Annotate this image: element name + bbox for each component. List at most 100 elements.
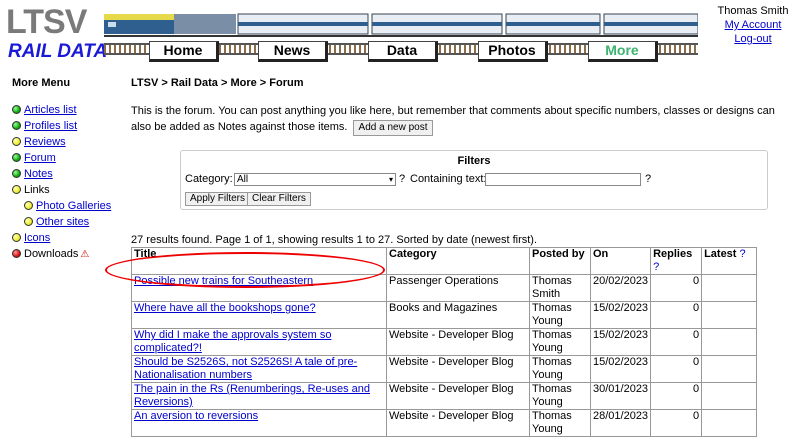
table-row: Why did I make the approvals system so c… — [131, 328, 758, 356]
post-latest — [701, 328, 758, 356]
user-panel: Thomas Smith My Account Log-out — [706, 4, 800, 46]
post-replies: 0 — [650, 301, 703, 329]
post-title-link[interactable]: Should be S2526S, not S2526S! A tale of … — [134, 356, 357, 381]
post-replies: 0 — [650, 409, 703, 437]
site-header: LTSV RAIL DATA Home News Data Photos Mor… — [0, 0, 800, 68]
sidebar-item-profiles[interactable]: Profiles list — [12, 118, 122, 134]
sidebar-title: More Menu — [12, 77, 71, 89]
column-header-replies: Replies ? — [650, 247, 703, 275]
nav-more[interactable]: More — [588, 41, 658, 62]
post-title-link[interactable]: An aversion to reversions — [134, 410, 258, 422]
results-summary: 27 results found. Page 1 of 1, showing r… — [131, 234, 538, 246]
sidebar-item-links: Links — [12, 182, 122, 198]
post-category: Books and Magazines — [386, 301, 530, 329]
containing-text-label: Containing text: — [410, 173, 487, 185]
intro-text: This is the forum. You can post anything… — [131, 105, 775, 133]
user-name: Thomas Smith — [717, 5, 789, 17]
sidebar-item-forum[interactable]: Forum — [12, 150, 122, 166]
post-title-link[interactable]: Where have all the bookshops gone? — [134, 302, 316, 314]
forum-intro: This is the forum. You can post anything… — [131, 103, 791, 136]
sidebar-item-articles[interactable]: Articles list — [12, 102, 122, 118]
sidebar-item-label[interactable]: Reviews — [24, 136, 66, 148]
post-category: Website - Developer Blog — [386, 382, 530, 410]
yellow-dot-icon — [12, 137, 21, 146]
sidebar-item-label[interactable]: Notes — [24, 168, 53, 180]
containing-text-input[interactable] — [485, 173, 641, 186]
table-row: The pain in the Rs (Renumberings, Re-use… — [131, 382, 758, 410]
post-latest — [701, 355, 758, 383]
site-subtitle: RAIL DATA — [8, 41, 108, 62]
table-row: An aversion to reversions Website - Deve… — [131, 409, 758, 437]
sidebar-item-label[interactable]: Other sites — [36, 216, 89, 228]
add-post-button[interactable]: Add a new post — [352, 120, 434, 136]
column-header-on: On — [589, 247, 652, 275]
sidebar-item-label[interactable]: Icons — [24, 232, 50, 244]
green-dot-icon — [12, 105, 21, 114]
sidebar-menu: Articles list Profiles list Reviews Foru… — [12, 102, 122, 262]
table-row: Should be S2526S, not S2526S! A tale of … — [131, 355, 758, 383]
column-header-category: Category — [386, 247, 530, 275]
post-category: Website - Developer Blog — [386, 355, 530, 383]
post-latest — [701, 274, 758, 302]
filters-title: Filters — [457, 155, 491, 167]
my-account-link[interactable]: My Account — [706, 18, 800, 32]
sidebar-item-label[interactable]: Forum — [24, 152, 56, 164]
sidebar-item-photo-galleries[interactable]: Photo Galleries — [12, 198, 122, 214]
chevron-down-icon: ▾ — [388, 175, 393, 184]
filters-panel: Filters Category: All ▾ ? Containing tex… — [180, 150, 768, 210]
post-date: 15/02/2023 — [589, 301, 652, 329]
post-title-link[interactable]: Why did I make the approvals system so c… — [134, 329, 331, 354]
post-author: Thomas Young — [529, 409, 591, 437]
sidebar-item-label[interactable]: Articles list — [24, 104, 77, 116]
red-dot-icon — [12, 249, 21, 258]
post-author: Thomas Young — [529, 355, 591, 383]
post-date: 30/01/2023 — [589, 382, 652, 410]
column-header-latest: Latest ? — [701, 247, 758, 275]
post-replies: 0 — [650, 382, 703, 410]
sidebar-item-label: Links — [24, 184, 50, 196]
category-help-link[interactable]: ? — [399, 173, 405, 185]
nav-news[interactable]: News — [258, 41, 328, 62]
highlight-circle-annotation — [105, 252, 385, 288]
post-replies: 0 — [650, 355, 703, 383]
breadcrumb: LTSV > Rail Data > More > Forum — [131, 77, 304, 89]
green-dot-icon — [12, 153, 21, 162]
latest-help-link[interactable]: ? — [740, 248, 746, 260]
containing-help-link[interactable]: ? — [645, 173, 651, 185]
category-select-value: All — [237, 174, 249, 185]
category-select[interactable]: All ▾ — [234, 173, 396, 186]
post-title-link[interactable]: The pain in the Rs (Renumberings, Re-use… — [134, 383, 370, 408]
category-label: Category: — [185, 173, 233, 185]
post-date: 28/01/2023 — [589, 409, 652, 437]
sidebar-item-label[interactable]: Profiles list — [24, 120, 77, 132]
site-logo[interactable]: LTSV — [6, 5, 87, 39]
apply-filters-button[interactable]: Apply Filters — [185, 192, 251, 206]
nav-data[interactable]: Data — [368, 41, 438, 62]
sidebar-item-label: Downloads — [24, 248, 79, 260]
post-author: Thomas Young — [529, 301, 591, 329]
yellow-dot-icon — [12, 185, 21, 194]
nav-home[interactable]: Home — [149, 41, 219, 62]
green-dot-icon — [12, 121, 21, 130]
sidebar-item-other-sites[interactable]: Other sites — [12, 214, 122, 230]
sidebar-item-reviews[interactable]: Reviews — [12, 134, 122, 150]
sidebar-item-downloads: Downloads ⚠ — [12, 246, 122, 262]
nav-photos[interactable]: Photos — [478, 41, 548, 62]
table-row: Where have all the bookshops gone? Books… — [131, 301, 758, 329]
sidebar-item-label[interactable]: Photo Galleries — [36, 200, 111, 212]
post-latest — [701, 301, 758, 329]
post-category: Passenger Operations — [386, 274, 530, 302]
sidebar-item-notes[interactable]: Notes — [12, 166, 122, 182]
post-author: Thomas Young — [529, 328, 591, 356]
logout-link[interactable]: Log-out — [706, 32, 800, 46]
sidebar-item-icons[interactable]: Icons — [12, 230, 122, 246]
yellow-dot-icon — [12, 233, 21, 242]
green-dot-icon — [12, 169, 21, 178]
replies-help-link[interactable]: ? — [653, 261, 659, 273]
post-author: Thomas Young — [529, 382, 591, 410]
yellow-dot-icon — [24, 201, 33, 210]
clear-filters-button[interactable]: Clear Filters — [247, 192, 311, 206]
post-latest — [701, 382, 758, 410]
post-author: Thomas Smith — [529, 274, 591, 302]
yellow-dot-icon — [24, 217, 33, 226]
